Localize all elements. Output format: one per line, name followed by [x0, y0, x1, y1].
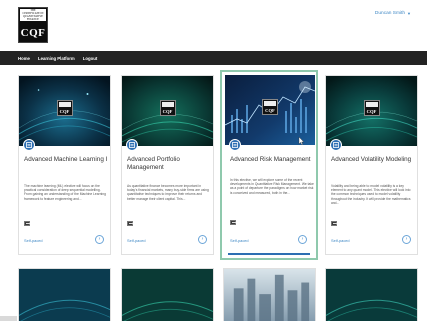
user-name: Duncan Smith: [374, 11, 406, 16]
course-status: Self-paced: [230, 238, 249, 243]
course-description: The machine learning (ML) elective will …: [24, 184, 106, 201]
site-header: THE CERTIFICATE IN QUANTITATIVE FINANCE …: [0, 0, 427, 50]
course-format-icon: [230, 220, 236, 225]
corner-tab[interactable]: [0, 316, 17, 321]
course-type-icon: [126, 139, 138, 151]
course-type-icon: [23, 139, 35, 151]
course-card-row2-2[interactable]: [121, 268, 214, 321]
thumbnail-image: [224, 269, 315, 321]
thumbnail-image: [326, 269, 417, 321]
user-menu[interactable]: Duncan Smith ▼: [375, 11, 411, 16]
course-card-volatility-modeling[interactable]: CQF Advanced Volatility Modeling Volatil…: [325, 75, 418, 255]
open-course-button[interactable]: ›: [298, 235, 307, 244]
cqf-badge: CQF: [262, 99, 278, 115]
course-type-icon: [229, 139, 241, 151]
course-description: In this elective, we will explore some o…: [230, 178, 314, 195]
nav-learning-platform[interactable]: Learning Platform: [38, 56, 75, 61]
progress-bar: [228, 253, 310, 255]
nav-home[interactable]: Home: [18, 56, 30, 61]
course-card-machine-learning[interactable]: CQF Advanced Machine Learning I The mach…: [18, 75, 111, 255]
course-status: Self-paced: [24, 238, 43, 243]
logo-text: CQF: [20, 27, 46, 39]
course-thumbnail: CQF: [225, 75, 315, 145]
cqf-logo[interactable]: THE CERTIFICATE IN QUANTITATIVE FINANCE …: [18, 7, 48, 43]
page: THE CERTIFICATE IN QUANTITATIVE FINANCE …: [0, 0, 427, 321]
cqf-badge: CQF: [159, 100, 176, 116]
thumbnail-image: [19, 269, 110, 321]
course-title[interactable]: Advanced Machine Learning I: [24, 156, 108, 164]
course-format-icon: [24, 221, 30, 226]
course-status: Self-paced: [331, 238, 350, 243]
course-thumbnail: CQF: [19, 76, 110, 146]
course-format-icon: [331, 221, 337, 226]
course-card-risk-management[interactable]: CQF Advanced Risk Management In this ele…: [220, 70, 318, 260]
course-card-row2-3[interactable]: [223, 268, 316, 321]
thumbnail-image: [122, 269, 213, 321]
course-card-row2-1[interactable]: [18, 268, 111, 321]
course-status: Self-paced: [127, 238, 146, 243]
course-thumbnail: CQF: [326, 76, 417, 146]
cqf-badge: CQF: [363, 100, 380, 116]
open-course-button[interactable]: ›: [402, 235, 411, 244]
course-thumbnail: CQF: [122, 76, 213, 146]
main-nav: Home Learning Platform Logout: [0, 51, 427, 65]
course-card-portfolio-management[interactable]: CQF Advanced Portfolio Management As qua…: [121, 75, 214, 255]
course-title[interactable]: Advanced Volatility Modeling: [331, 156, 415, 164]
course-description: Volatility and being able to model volat…: [331, 184, 411, 205]
course-type-icon: [330, 139, 342, 151]
logo-line: FINANCE: [27, 18, 39, 21]
course-title[interactable]: Advanced Portfolio Management: [127, 156, 211, 171]
cqf-badge: CQF: [56, 100, 73, 116]
course-card-row2-4[interactable]: [325, 268, 418, 321]
open-course-button[interactable]: ›: [95, 235, 104, 244]
course-description: As quantitative finance becomes more imp…: [127, 184, 209, 201]
course-format-icon: [127, 221, 133, 226]
logo-top-panel: THE CERTIFICATE IN QUANTITATIVE FINANCE: [20, 9, 46, 21]
open-course-button[interactable]: ›: [198, 235, 207, 244]
caret-down-icon: ▼: [407, 11, 411, 16]
course-title[interactable]: Advanced Risk Management: [230, 156, 314, 164]
mouse-pointer-icon: [298, 137, 304, 145]
nav-logout[interactable]: Logout: [83, 56, 98, 61]
